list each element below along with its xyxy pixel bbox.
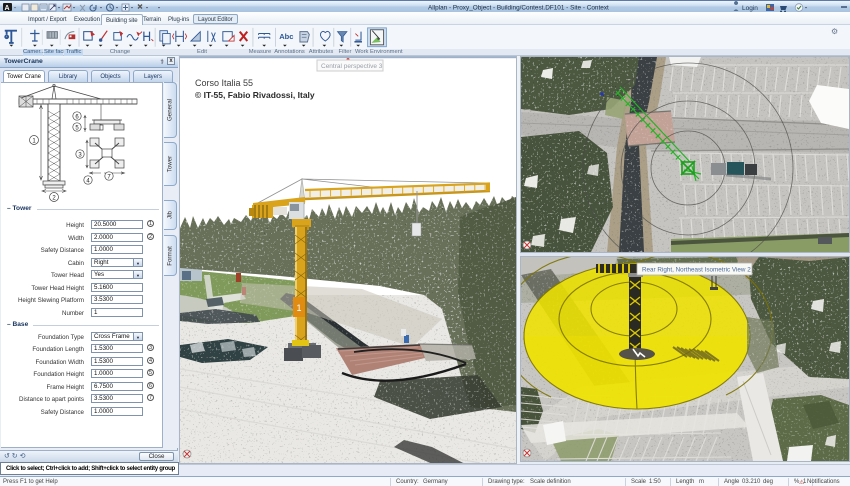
svg-text:Corso Italia 55: Corso Italia 55: [195, 78, 253, 88]
svg-text:Login: Login: [742, 5, 758, 12]
svg-text:1: 1: [296, 303, 301, 313]
svg-text:© IT-55, Fabio Rivadossi, Ital: © IT-55, Fabio Rivadossi, Italy: [195, 90, 315, 100]
svg-text:Rear Right, Northeast Isometri: Rear Right, Northeast Isometric View 2: [642, 267, 751, 274]
svg-text:Abc: Abc: [279, 32, 293, 41]
svg-text:Allplan - Proxy_Object - Build: Allplan - Proxy_Object - Building/Contes…: [428, 5, 609, 12]
svg-text:Central perspective 3: Central perspective 3: [321, 63, 383, 70]
svg-text:A: A: [5, 5, 10, 12]
